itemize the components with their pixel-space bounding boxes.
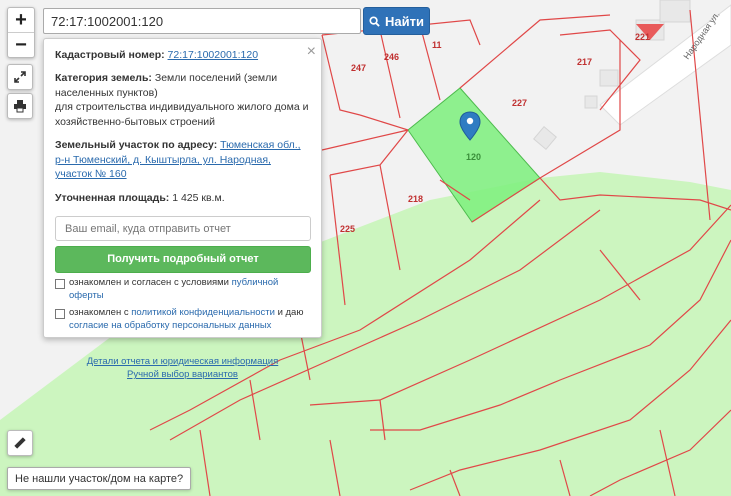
parcel-label: 221 [635,32,650,42]
parcel-label: 246 [384,52,399,62]
get-report-button[interactable]: Получить подробный отчет [55,246,311,274]
parcel-label: 225 [340,224,355,234]
search-button-label: Найти [385,13,424,29]
zoom-in-button[interactable]: + [8,8,34,32]
address-row: Земельный участок по адресу: Тюменская о… [55,138,310,181]
parcel-label: 120 [466,152,481,162]
search-button[interactable]: Найти [363,7,430,35]
address-label: Земельный участок по адресу: [55,139,218,152]
ruler-button[interactable] [7,430,33,456]
not-found-button[interactable]: Не нашли участок/дом на карте? [7,467,192,490]
privacy-policy-link[interactable]: политикой конфиденциальности [131,307,275,318]
report-details-link[interactable]: Детали отчета и юридическая информация [87,356,279,367]
panel-footer-links: Детали отчета и юридическая информация Р… [55,355,310,383]
area-row: Уточненная площадь: 1 425 кв.м. [55,191,310,205]
close-icon[interactable]: × [307,41,316,63]
fullscreen-button[interactable] [7,64,33,90]
expand-icon [14,71,26,83]
search-icon [369,15,380,27]
land-category-row: Категория земель: Земли поселений (земли… [55,71,310,129]
area-label: Уточненная площадь: [55,191,170,204]
offer-checkbox[interactable] [55,279,65,290]
consent-offer-text: ознакомлен и согласен с условиями [69,277,229,289]
consent-offer: ознакомлен и согласен с условиями публич… [55,277,310,303]
manual-selection-link[interactable]: Ручной выбор вариантов [127,369,238,380]
parcel-label: 11 [432,40,442,50]
consent-privacy-text-b: и даю [277,306,304,318]
zoom-out-button[interactable]: − [8,32,34,57]
cadastral-number-label: Кадастровый номер: [55,49,165,61]
area-value: 1 425 кв.м. [172,191,225,204]
zoom-control: + − [7,7,35,58]
parcel-label: 217 [577,57,592,67]
building [584,95,598,109]
parcel-label: 227 [512,98,527,108]
cadastral-number-row: Кадастровый номер: 72:17:1002001:120 [55,48,310,62]
consent-privacy-text: ознакомлен с [69,306,129,318]
email-input[interactable] [55,216,311,242]
parcel-info-panel: × Кадастровый номер: 72:17:1002001:120 К… [43,38,322,380]
privacy-checkbox[interactable] [55,308,65,319]
cadastral-number-link[interactable]: 72:17:1002001:120 [168,49,259,61]
print-button[interactable] [7,93,33,119]
cadastral-search-input[interactable] [43,8,361,34]
printer-icon [14,100,26,113]
consent-privacy: ознакомлен с политикой конфиденциальност… [55,307,310,333]
building [599,69,619,87]
personal-data-link[interactable]: согласие на обработку персональных данны… [69,320,271,331]
parcel-label: 247 [351,63,366,73]
building [659,0,691,23]
parcel-label: 218 [408,194,423,204]
ruler-icon [14,437,26,449]
land-purpose-value: для строительства индивидуального жилого… [55,101,309,128]
land-category-label: Категория земель: [55,72,152,85]
